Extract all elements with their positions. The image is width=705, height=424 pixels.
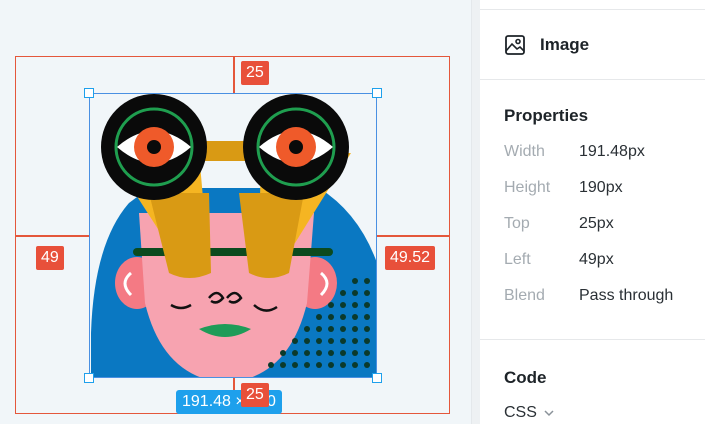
resize-handle-top-left[interactable] [84, 88, 94, 98]
selection-box [89, 93, 377, 378]
property-row-blend[interactable]: Blend Pass through [480, 278, 705, 314]
panel-divider [471, 0, 480, 424]
guide-line-left [15, 235, 89, 237]
property-value: Pass through [579, 287, 674, 304]
property-row-height[interactable]: Height 190px [480, 170, 705, 206]
code-section-title: Code [504, 368, 547, 387]
property-value: 191.48px [579, 143, 645, 160]
inspector-panel: Image Properties Width 191.48px Height 1… [480, 0, 705, 424]
measure-right-label: 49.52 [385, 246, 436, 270]
properties-section: Properties Width 191.48px Height 190px T… [480, 80, 705, 340]
design-canvas[interactable]: 25 49 49.52 191.48 × 190 25 [0, 0, 471, 424]
resize-handle-top-right[interactable] [372, 88, 382, 98]
property-value: 49px [579, 251, 614, 268]
property-key: Height [504, 179, 551, 196]
layer-type-header: Image [480, 9, 705, 80]
properties-title: Properties [504, 106, 589, 125]
measure-bottom-label: 25 [241, 383, 269, 407]
resize-handle-bottom-left[interactable] [84, 373, 94, 383]
property-value: 190px [579, 179, 623, 196]
resize-handle-bottom-right[interactable] [372, 373, 382, 383]
code-format-select[interactable]: CSS [504, 404, 554, 422]
property-key: Left [504, 251, 531, 268]
guide-line-right [377, 235, 450, 237]
property-value: 25px [579, 215, 614, 232]
property-row-top[interactable]: Top 25px [480, 206, 705, 242]
chevron-down-icon [544, 410, 554, 417]
property-row-width[interactable]: Width 191.48px [480, 134, 705, 170]
property-row-left[interactable]: Left 49px [480, 242, 705, 278]
property-key: Width [504, 143, 545, 160]
layer-type-label: Image [540, 34, 590, 54]
image-icon [505, 34, 525, 55]
guide-line-top [233, 56, 235, 93]
measure-left-label: 49 [36, 246, 64, 270]
measure-top-label: 25 [241, 61, 269, 85]
property-key: Blend [504, 287, 545, 304]
code-format-value: CSS [504, 404, 537, 421]
property-key: Top [504, 215, 530, 232]
